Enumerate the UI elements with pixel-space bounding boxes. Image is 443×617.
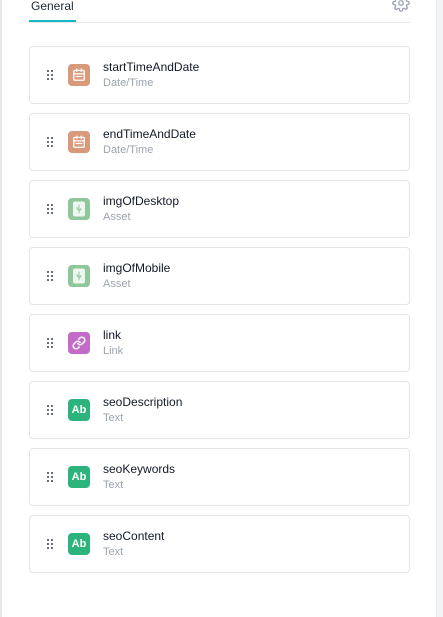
field-name: seoKeywords xyxy=(103,462,176,476)
calendar-icon xyxy=(68,64,90,86)
field-name: seoDescription xyxy=(103,395,183,409)
drag-handle-icon[interactable] xyxy=(47,70,53,80)
drag-handle-icon[interactable] xyxy=(47,271,53,281)
text-icon-label: Ab xyxy=(71,538,87,550)
field-name: startTimeAndDate xyxy=(103,60,200,74)
schema-editor-panel: General startTimeAndDate Date/Time endTi… xyxy=(0,0,443,617)
field-type: Date/Time xyxy=(103,144,154,156)
field-row-seoContent[interactable]: Ab seoContent Text xyxy=(29,515,410,573)
drag-handle-icon[interactable] xyxy=(47,137,53,147)
asset-icon xyxy=(68,265,90,287)
field-type: Asset xyxy=(103,278,131,290)
field-row-link[interactable]: link Link xyxy=(29,314,410,372)
field-row-seoKeywords[interactable]: Ab seoKeywords Text xyxy=(29,448,410,506)
field-list: startTimeAndDate Date/Time endTimeAndDat… xyxy=(29,46,410,582)
text-icon: Ab xyxy=(68,533,90,555)
field-type: Text xyxy=(103,479,124,491)
tab-general-label: General xyxy=(31,0,74,13)
field-type: Text xyxy=(103,412,124,424)
field-row-startTimeAndDate[interactable]: startTimeAndDate Date/Time xyxy=(29,46,410,104)
text-icon: Ab xyxy=(68,466,90,488)
field-row-endTimeAndDate[interactable]: endTimeAndDate Date/Time xyxy=(29,113,410,171)
gear-icon[interactable] xyxy=(392,0,410,12)
field-type: Date/Time xyxy=(103,77,154,89)
field-type: Asset xyxy=(103,211,131,223)
field-row-imgOfDesktop[interactable]: imgOfDesktop Asset xyxy=(29,180,410,238)
drag-handle-icon[interactable] xyxy=(47,338,53,348)
field-name: link xyxy=(103,328,122,342)
drag-handle-icon[interactable] xyxy=(47,405,53,415)
text-icon-label: Ab xyxy=(71,404,87,416)
drag-handle-icon[interactable] xyxy=(47,539,53,549)
asset-icon xyxy=(68,198,90,220)
field-name: seoContent xyxy=(103,529,165,543)
tab-general[interactable]: General xyxy=(29,0,76,22)
field-type: Text xyxy=(103,546,124,558)
drag-handle-icon[interactable] xyxy=(47,472,53,482)
field-type: Link xyxy=(103,345,124,357)
drag-handle-icon[interactable] xyxy=(47,204,53,214)
text-icon: Ab xyxy=(68,399,90,421)
panel-left-border xyxy=(0,0,2,617)
field-row-imgOfMobile[interactable]: imgOfMobile Asset xyxy=(29,247,410,305)
field-name: imgOfMobile xyxy=(103,261,171,275)
field-name: endTimeAndDate xyxy=(103,127,196,141)
panel-scrollbar[interactable] xyxy=(436,0,443,617)
tab-bar: General xyxy=(29,0,410,23)
calendar-icon xyxy=(68,131,90,153)
field-row-seoDescription[interactable]: Ab seoDescription Text xyxy=(29,381,410,439)
field-name: imgOfDesktop xyxy=(103,194,180,208)
text-icon-label: Ab xyxy=(71,471,87,483)
link-icon xyxy=(68,332,90,354)
